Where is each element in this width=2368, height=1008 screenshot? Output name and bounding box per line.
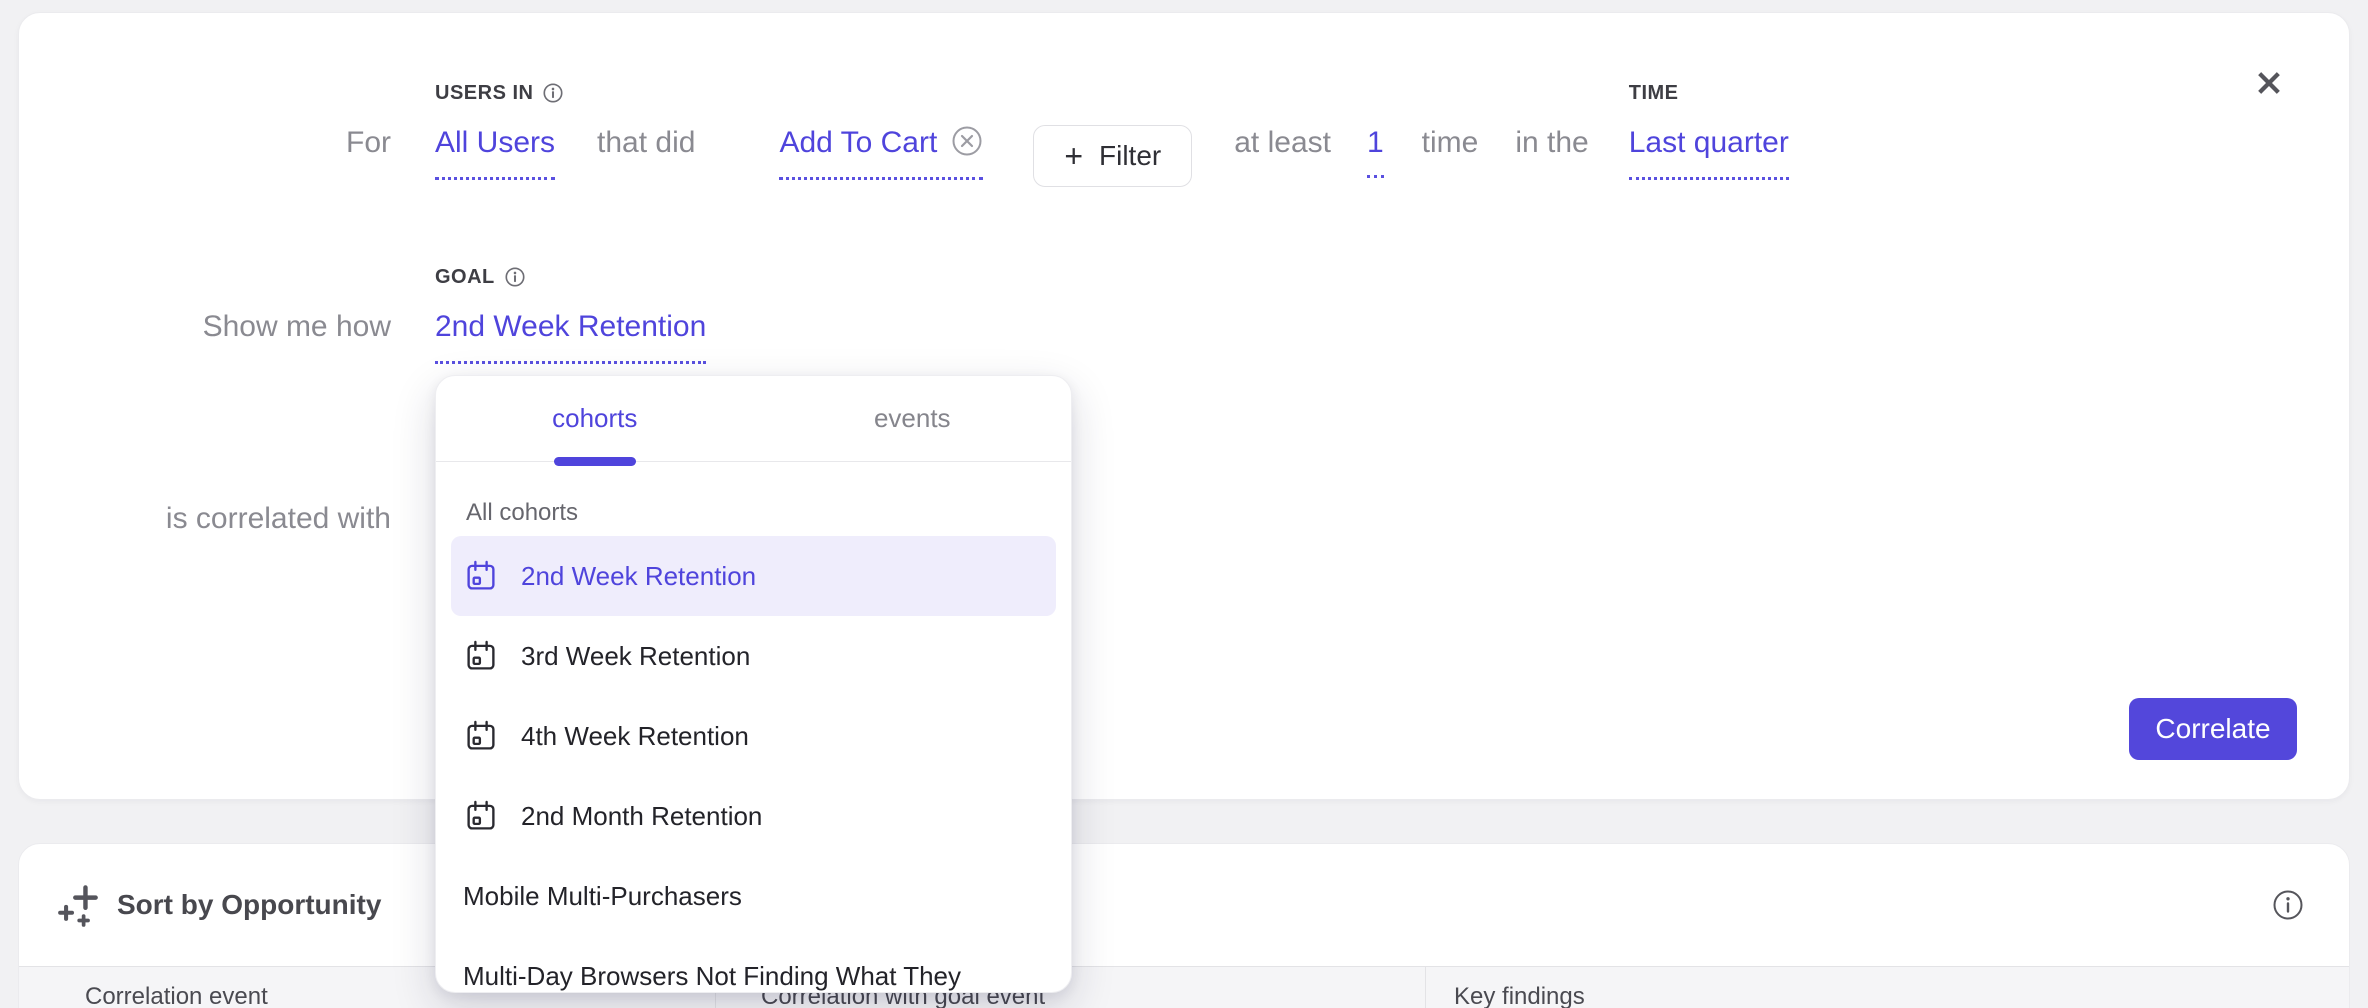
show-me-how-text: Show me how <box>19 303 391 351</box>
cohort-section-label: All cohorts <box>436 496 1071 530</box>
calendar-icon <box>463 558 499 594</box>
builder-row-users: For USERS IN All Users that did Add To C… <box>19 119 2349 181</box>
correlation-builder-card: For USERS IN All Users that did Add To C… <box>18 12 2350 800</box>
for-text: For <box>19 119 391 167</box>
opportunity-sort-icon <box>55 881 103 929</box>
event-value: Add To Cart <box>779 126 937 159</box>
users-in-term: USERS IN All Users <box>435 119 555 180</box>
users-in-label: USERS IN <box>435 81 564 105</box>
goal-selector[interactable]: 2nd Week Retention <box>435 303 706 364</box>
results-card: Sort by Opportunity Correlation event Co… <box>18 843 2350 1008</box>
count-term: 1 <box>1367 119 1384 178</box>
time-label-text: TIME <box>1629 81 1679 105</box>
time-range-selector[interactable]: Last quarter <box>1629 119 1789 180</box>
calendar-icon <box>463 798 499 834</box>
list-item-label: Multi-Day Browsers Not Finding What They <box>463 960 961 992</box>
calendar-icon <box>463 638 499 674</box>
info-icon[interactable] <box>2271 888 2305 922</box>
results-table-header: Correlation event Correlation with goal … <box>19 966 2349 1008</box>
in-the-text: in the <box>1515 119 1588 167</box>
event-selector[interactable]: Add To Cart <box>779 119 983 180</box>
list-item-label: Mobile Multi-Purchasers <box>463 880 742 912</box>
list-item-2nd-week-retention[interactable]: 2nd Week Retention <box>451 536 1056 616</box>
list-item-label: 4th Week Retention <box>521 720 749 752</box>
builder-row-goal: Show me how GOAL 2nd Week Retention <box>19 303 2349 364</box>
remove-event-icon[interactable] <box>951 124 983 156</box>
calendar-icon <box>463 718 499 754</box>
users-in-label-text: USERS IN <box>435 81 533 105</box>
time-label: TIME <box>1629 81 1679 105</box>
tab-events-label: events <box>874 403 951 434</box>
tab-cohorts[interactable]: cohorts <box>436 376 754 461</box>
list-item-label: 2nd Week Retention <box>521 560 756 592</box>
active-tab-indicator <box>554 457 636 466</box>
goal-term: GOAL 2nd Week Retention <box>435 303 706 364</box>
goal-label: GOAL <box>435 265 526 289</box>
is-correlated-with-text: is correlated with <box>19 495 391 543</box>
results-header: Sort by Opportunity <box>19 844 2349 966</box>
correlate-button[interactable]: Correlate <box>2129 698 2297 760</box>
tab-events[interactable]: events <box>754 376 1072 461</box>
dropdown-tabs: cohorts events <box>436 376 1071 462</box>
list-item-label: 2nd Month Retention <box>521 800 762 832</box>
time-range-term: TIME Last quarter <box>1629 119 1789 180</box>
tab-cohorts-label: cohorts <box>552 403 637 434</box>
info-icon[interactable] <box>504 266 526 288</box>
filter-button-label: Filter <box>1099 140 1161 172</box>
info-icon[interactable] <box>542 82 564 104</box>
cohort-picker-dropdown: cohorts events All cohorts 2nd Week Rete… <box>435 375 1072 993</box>
list-item-3rd-week-retention[interactable]: 3rd Week Retention <box>436 616 1071 696</box>
plus-icon: + <box>1064 140 1083 172</box>
builder-row-correlated: is correlated with <box>19 495 2349 543</box>
column-divider <box>1425 967 1426 1008</box>
list-item-4th-week-retention[interactable]: 4th Week Retention <box>436 696 1071 776</box>
column-header-key-findings: Key findings <box>1454 983 1585 1008</box>
list-item-multi-day-browsers[interactable]: Multi-Day Browsers Not Finding What They <box>436 936 1071 993</box>
users-selector[interactable]: All Users <box>435 119 555 180</box>
list-item-label: 3rd Week Retention <box>521 640 750 672</box>
column-header-correlation-event: Correlation event <box>85 983 268 1008</box>
at-least-text: at least <box>1234 119 1331 167</box>
close-button[interactable] <box>2249 63 2289 103</box>
add-filter-button[interactable]: + Filter <box>1033 125 1192 187</box>
close-icon <box>2253 67 2285 99</box>
time-word-text: time <box>1422 119 1479 167</box>
goal-label-text: GOAL <box>435 265 495 289</box>
count-selector[interactable]: 1 <box>1367 119 1384 178</box>
event-term: Add To Cart <box>779 119 983 180</box>
sort-by-opportunity-title: Sort by Opportunity <box>117 889 381 921</box>
list-item-2nd-month-retention[interactable]: 2nd Month Retention <box>436 776 1071 856</box>
that-did-text: that did <box>597 119 695 167</box>
list-item-mobile-multi-purchasers[interactable]: Mobile Multi-Purchasers <box>436 856 1071 936</box>
